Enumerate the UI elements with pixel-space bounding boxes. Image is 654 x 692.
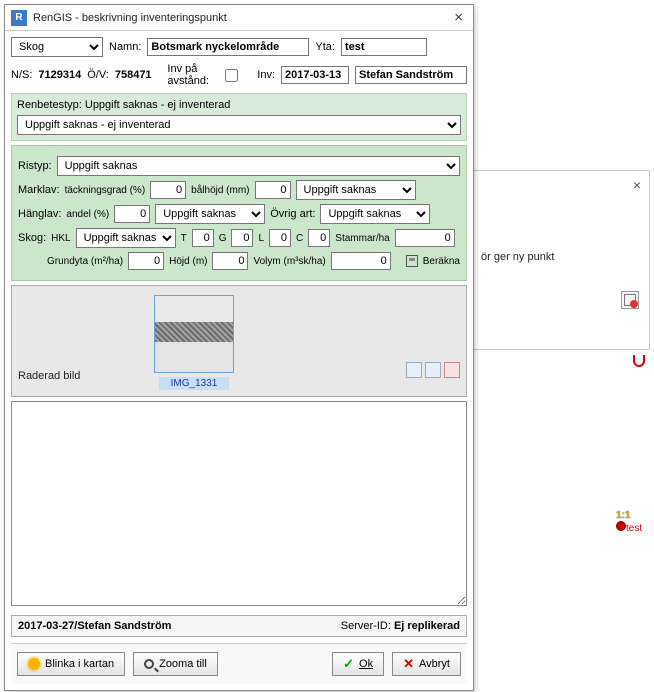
ok-button[interactable]: ✓Ok <box>332 652 384 676</box>
zooma-button[interactable]: Zooma till <box>133 652 218 676</box>
c-input[interactable] <box>308 229 330 247</box>
l-label: L <box>258 233 264 244</box>
footer: Blinka i kartan Zooma till ✓Ok ✕Avbryt <box>11 643 467 684</box>
stammar-label: Stammar/ha <box>335 233 389 244</box>
ristyp-select[interactable]: Uppgift saknas <box>57 156 460 176</box>
calc-icon <box>406 255 418 267</box>
close-button[interactable]: × <box>450 9 467 26</box>
point-icon <box>616 521 626 531</box>
thumbnail-filename: IMG_1331 <box>159 377 230 390</box>
status-bar: 2017-03-27/Stefan Sandström Server-ID: E… <box>11 615 467 637</box>
ov-label: Ö/V: <box>87 69 109 81</box>
x-icon: ✕ <box>403 656 414 672</box>
sun-icon <box>28 658 40 670</box>
marklav-tack-input[interactable] <box>150 181 186 199</box>
dialog-window: R RenGIS - beskrivning inventeringspunkt… <box>4 4 474 691</box>
hanglav-select[interactable]: Uppgift saknas <box>155 204 265 224</box>
image-thumbnail[interactable]: IMG_1331 <box>146 295 242 390</box>
inv-dist-label: Inv på avstånd: <box>167 63 215 87</box>
hkl-label: HKL <box>51 233 70 244</box>
close-icon[interactable]: × <box>633 177 641 193</box>
hojd-input[interactable] <box>212 252 248 270</box>
check-icon: ✓ <box>343 656 354 672</box>
bg-hint-text: ör ger ny punkt <box>481 251 554 263</box>
yta-input[interactable] <box>341 38 427 56</box>
image-panel: Raderad bild IMG_1331 <box>11 285 467 397</box>
grundyta-input[interactable] <box>128 252 164 270</box>
ov-value: 758471 <box>115 69 152 81</box>
hanglav-andel-label: andel (%) <box>66 209 109 220</box>
image-caption: Raderad bild <box>18 370 138 390</box>
ns-value: 7129314 <box>38 69 81 81</box>
namn-label: Namn: <box>109 41 141 53</box>
header-row-2: N/S: 7129314 Ö/V: 758471 Inv på avstånd:… <box>11 63 467 87</box>
inv-date-input[interactable] <box>281 66 349 84</box>
hojd-label: Höjd (m) <box>169 256 207 267</box>
marklav-select[interactable]: Uppgift saknas <box>296 180 416 200</box>
blinka-button[interactable]: Blinka i kartan <box>17 652 125 676</box>
background-window: × ör ger ny punkt <box>470 170 650 350</box>
stammar-input[interactable] <box>395 229 455 247</box>
ristyp-label: Ristyp: <box>18 160 52 172</box>
inv-user-input[interactable] <box>355 66 467 84</box>
window-title: RenGIS - beskrivning inventeringspunkt <box>33 12 450 24</box>
renbetestyp-select[interactable]: Uppgift saknas - ej inventerad <box>17 115 461 135</box>
t-input[interactable] <box>192 229 214 247</box>
status-left: 2017-03-27/Stefan Sandström <box>18 620 171 632</box>
marklav-tack-label: täckningsgrad (%) <box>65 185 146 196</box>
hkl-select[interactable]: Uppgift saknas <box>76 228 176 248</box>
notes-textarea[interactable] <box>11 401 467 606</box>
hanglav-label: Hänglav: <box>18 208 61 220</box>
thumbnail-image <box>154 295 234 373</box>
content: Skog Namn: Yta: N/S: 7129314 Ö/V: 758471… <box>5 31 473 690</box>
grundyta-label: Grundyta (m²/ha) <box>47 256 123 267</box>
volym-label: Volym (m³sk/ha) <box>253 256 325 267</box>
skog-label: Skog: <box>18 232 46 244</box>
avbryt-button[interactable]: ✕Avbryt <box>392 652 461 676</box>
yta-label: Yta: <box>315 41 335 53</box>
magnify-icon <box>144 659 154 669</box>
bg-tool-icon[interactable] <box>621 291 639 309</box>
volym-input[interactable] <box>331 252 391 270</box>
inv-label: Inv: <box>257 69 275 81</box>
g-label: G <box>219 233 227 244</box>
app-logo-icon: R <box>11 10 27 26</box>
status-right: Server-ID: Ej replikerad <box>341 620 460 632</box>
type-select[interactable]: Skog <box>11 37 103 57</box>
details-panel: Ristyp: Uppgift saknas Marklav: täckning… <box>11 145 467 281</box>
marklav-label: Marklav: <box>18 184 60 196</box>
ovrig-art-select[interactable]: Uppgift saknas <box>320 204 430 224</box>
renbetestyp-label: Renbetestyp: Uppgift saknas - ej invente… <box>17 99 461 111</box>
inv-dist-checkbox[interactable] <box>225 69 238 82</box>
point-label: test <box>626 523 642 534</box>
ovrig-art-label: Övrig art: <box>270 208 315 220</box>
berakna-link[interactable]: Beräkna <box>423 256 460 267</box>
l-input[interactable] <box>269 229 291 247</box>
marklav-balh-input[interactable] <box>255 181 291 199</box>
image-info-button[interactable] <box>406 362 422 378</box>
image-delete-button[interactable] <box>444 362 460 378</box>
map-point[interactable]: 1:1 test <box>616 510 642 534</box>
c-label: C <box>296 233 303 244</box>
image-toolbar <box>406 362 460 378</box>
titlebar: R RenGIS - beskrivning inventeringspunkt… <box>5 5 473 31</box>
image-add-button[interactable] <box>425 362 441 378</box>
namn-input[interactable] <box>147 38 309 56</box>
renbetestyp-panel: Renbetestyp: Uppgift saknas - ej invente… <box>11 93 467 141</box>
ns-label: N/S: <box>11 69 32 81</box>
header-row-1: Skog Namn: Yta: <box>11 37 467 57</box>
g-input[interactable] <box>231 229 253 247</box>
t-label: T <box>181 233 187 244</box>
map-scale: 1:1 <box>616 510 642 521</box>
map-marker-ring <box>633 355 645 367</box>
hanglav-andel-input[interactable] <box>114 205 150 223</box>
marklav-balh-label: bålhöjd (mm) <box>191 185 249 196</box>
